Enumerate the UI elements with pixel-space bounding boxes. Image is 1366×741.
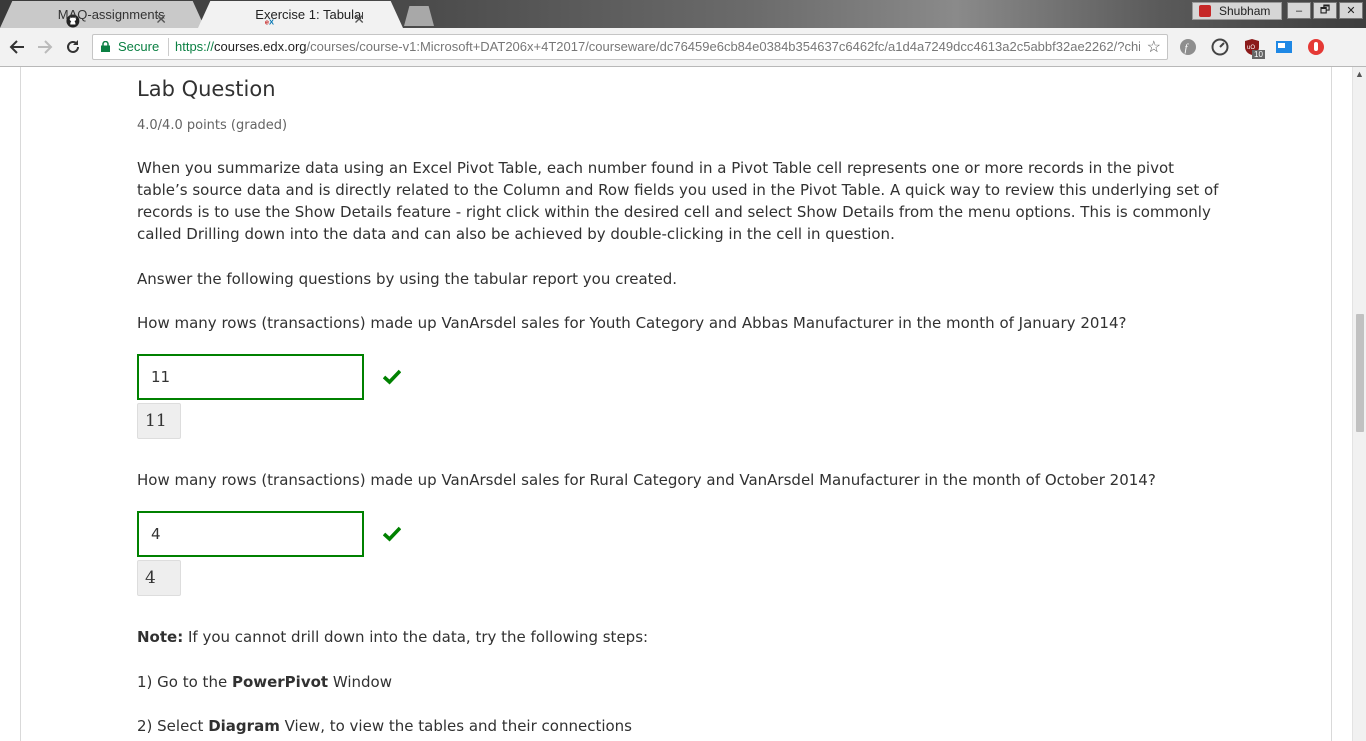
profile-button[interactable]: Shubham	[1192, 2, 1282, 20]
tab-title: MAQ-assignments/co	[57, 7, 166, 22]
forward-button[interactable]	[34, 36, 56, 58]
question-2-input[interactable]: 4	[137, 511, 364, 557]
step-1-prefix: 1) Go to the	[137, 673, 232, 691]
close-window-button[interactable]: ✕	[1339, 2, 1363, 19]
note-label: Note:	[137, 628, 184, 646]
step-2-bold: Diagram	[208, 717, 280, 735]
new-tab-button[interactable]	[404, 6, 434, 26]
note-paragraph: Note: If you cannot drill down into the …	[137, 626, 648, 648]
step-2: 2) Select Diagram View, to view the tabl…	[137, 715, 632, 737]
url-scheme: https://	[175, 39, 215, 54]
tab-title: Exercise 1: Tabular Re	[255, 7, 364, 22]
screen-icon[interactable]	[1275, 38, 1293, 56]
bookmark-star-icon[interactable]: ☆	[1147, 37, 1161, 57]
secure-label: Secure	[118, 39, 160, 54]
step-2-suffix: View, to view the tables and their conne…	[279, 717, 632, 735]
step-1-suffix: Window	[328, 673, 392, 691]
browser-toolbar: Secure https://courses.edx.org/courses/c…	[0, 28, 1366, 67]
window-titlebar: MAQ-assignments/co ✕ e X Exercise 1: Tab…	[0, 0, 1366, 28]
close-icon: ✕	[1346, 5, 1356, 17]
instruction-paragraph: Answer the following questions by using …	[137, 270, 678, 288]
points-label: 4.0/4.0 points (graded)	[137, 118, 288, 133]
step-2-prefix: 2) Select	[137, 717, 209, 735]
courseware-content: Lab Question 4.0/4.0 points (graded) Whe…	[20, 67, 1332, 741]
address-bar[interactable]: Secure https://courses.edx.org/courses/c…	[92, 34, 1168, 60]
lock-icon	[101, 41, 110, 52]
url-path: /courses/course-v1:Microsoft+DAT206x+4T2…	[306, 39, 1140, 54]
hand-icon[interactable]	[1307, 38, 1325, 56]
close-tab-icon[interactable]: ✕	[353, 11, 365, 28]
question-2-text: How many rows (transactions) made up Van…	[137, 471, 1156, 489]
scroll-up-icon[interactable]: ▲	[1355, 69, 1364, 79]
step-1: 1) Go to the PowerPivot Window	[137, 671, 392, 693]
back-arrow-icon	[9, 40, 24, 54]
profile-name: Shubham	[1219, 4, 1271, 18]
back-button[interactable]	[6, 36, 28, 58]
question-1-shown-answer-value: 11	[145, 411, 167, 431]
question-1-shown-answer: 11	[137, 403, 181, 439]
page-scrollbar[interactable]: ▲	[1352, 67, 1366, 741]
ublock-badge: 10	[1252, 50, 1265, 59]
restore-icon: 🗗	[1319, 4, 1331, 16]
tab-github[interactable]: MAQ-assignments/co ✕	[0, 1, 205, 28]
correct-check-icon	[383, 526, 401, 542]
tab-edx-exercise[interactable]: e X Exercise 1: Tabular Re ✕	[198, 1, 403, 28]
address-separator	[168, 38, 169, 56]
problem-heading: Lab Question	[137, 77, 276, 101]
forward-arrow-icon	[38, 40, 53, 54]
minimize-icon: –	[1295, 4, 1303, 17]
intro-paragraph: When you summarize data using an Excel P…	[137, 159, 1219, 243]
url-host: courses.edx.org	[214, 39, 307, 54]
question-2-shown-answer-value: 4	[145, 568, 156, 588]
question-2-input-value: 4	[151, 525, 161, 543]
question-1-input-value: 11	[151, 368, 171, 386]
note-text: If you cannot drill down into the data, …	[183, 628, 649, 646]
question-2-shown-answer: 4	[137, 560, 181, 596]
fedora-icon[interactable]: f	[1179, 38, 1197, 56]
page-viewport: Lab Question 4.0/4.0 points (graded) Whe…	[0, 67, 1352, 741]
reload-icon	[67, 40, 79, 53]
question-1-text: How many rows (transactions) made up Van…	[137, 314, 1127, 332]
reload-button[interactable]	[62, 36, 84, 58]
restore-button[interactable]: 🗗	[1313, 2, 1337, 19]
speedometer-icon[interactable]	[1211, 38, 1229, 56]
close-tab-icon[interactable]: ✕	[155, 11, 167, 28]
profile-avatar-icon	[1199, 5, 1211, 17]
scroll-thumb[interactable]	[1356, 314, 1364, 432]
question-1-input[interactable]: 11	[137, 354, 364, 400]
step-1-bold: PowerPivot	[231, 673, 329, 691]
minimize-button[interactable]: –	[1287, 2, 1311, 19]
url-text[interactable]: https://courses.edx.org/courses/course-v…	[175, 39, 1140, 54]
correct-check-icon	[383, 369, 401, 385]
